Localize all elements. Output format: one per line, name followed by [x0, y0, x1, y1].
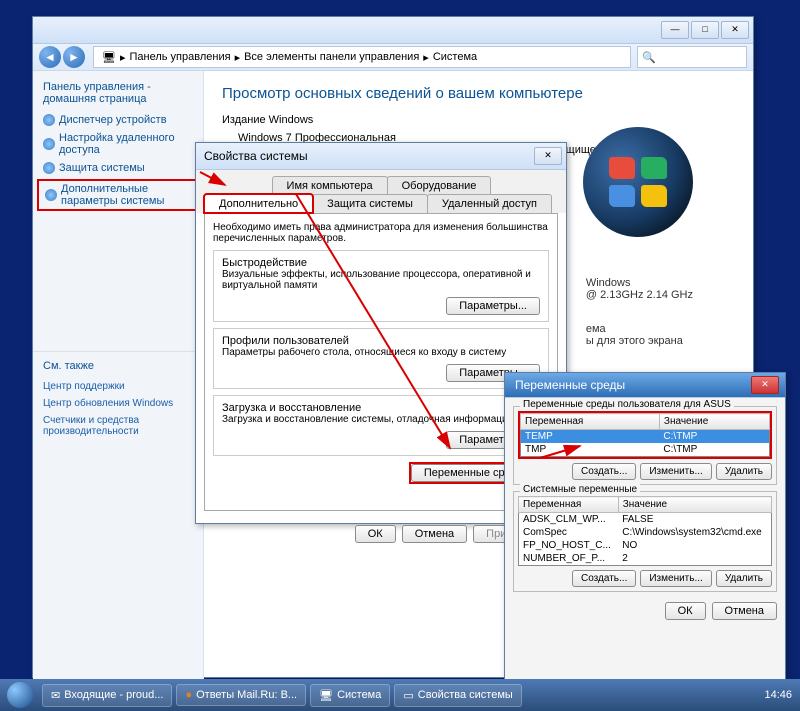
table-row[interactable]: ADSK_CLM_WP...FALSE — [519, 513, 772, 527]
tab-remote[interactable]: Удаленный доступ — [427, 194, 552, 213]
sys-delete-button[interactable]: Удалить — [716, 570, 772, 587]
minimize-button[interactable]: — — [661, 21, 689, 39]
user-delete-button[interactable]: Удалить — [716, 463, 772, 480]
user-new-button[interactable]: Создать... — [572, 463, 636, 480]
system-tray[interactable]: 14:46 — [756, 689, 800, 701]
env-cancel-button[interactable]: Отмена — [712, 602, 777, 620]
props-tabs: Имя компьютера Оборудование Дополнительн… — [196, 170, 566, 213]
crumb-1[interactable]: Все элементы панели управления — [244, 51, 419, 63]
admin-note: Необходимо иметь права администратора дл… — [213, 222, 549, 244]
sidebar-device-manager[interactable]: Диспетчер устройств — [33, 111, 203, 129]
profiles-title: Профили пользователей — [222, 335, 540, 347]
crumb-0[interactable]: Панель управления — [130, 51, 231, 63]
props-cancel-button[interactable]: Отмена — [402, 525, 467, 543]
window-icon: ▭ — [403, 689, 413, 702]
taskbar: ✉Входящие - proud... ●Ответы Mail.Ru: В.… — [0, 679, 800, 711]
crumb-2[interactable]: Система — [433, 51, 477, 63]
sys-new-button[interactable]: Создать... — [572, 570, 636, 587]
table-row[interactable]: FP_NO_HOST_C...NO — [519, 539, 772, 552]
props-title: Свойства системы — [200, 149, 534, 163]
perf-settings-button[interactable]: Параметры... — [446, 297, 540, 315]
right-info-0: Windows — [586, 277, 693, 289]
user-vars-group: Переменные среды пользователя для ASUS П… — [513, 406, 777, 485]
startup-desc: Загрузка и восстановление системы, отлад… — [222, 414, 540, 425]
breadcrumb[interactable]: 🖥 ▸ Панель управления▸ Все элементы пане… — [93, 46, 631, 68]
gear-icon — [45, 189, 57, 201]
env-ok-button[interactable]: ОК — [665, 602, 706, 620]
taskbar-item-mail[interactable]: ✉Входящие - proud... — [42, 684, 172, 707]
start-orb-icon — [7, 682, 33, 708]
group-profiles: Профили пользователей Параметры рабочего… — [213, 328, 549, 389]
group-performance: Быстродействие Визуальные эффекты, испол… — [213, 250, 549, 322]
taskbar-item-sysprops[interactable]: ▭Свойства системы — [394, 684, 521, 707]
device-icon — [43, 114, 55, 126]
page-title: Просмотр основных сведений о вашем компь… — [222, 85, 735, 102]
col-variable[interactable]: Переменная — [521, 414, 660, 430]
env-close-button[interactable]: ✕ — [751, 376, 779, 394]
props-ok-button[interactable]: ОК — [355, 525, 396, 543]
tab-hardware[interactable]: Оборудование — [387, 176, 492, 195]
edition-label: Издание Windows — [222, 114, 735, 126]
main-titlebar: — □ ✕ — [33, 17, 753, 44]
sys-edit-button[interactable]: Изменить... — [640, 570, 711, 587]
firefox-icon: ● — [185, 689, 192, 701]
mail-icon: ✉ — [51, 689, 60, 702]
address-bar: ◄ ► 🖥 ▸ Панель управления▸ Все элементы … — [33, 44, 753, 71]
right-info-2: ема — [586, 323, 693, 335]
sidebar-perf-tools[interactable]: Счетчики и средства производительности — [33, 412, 203, 440]
sidebar: Панель управления - домашняя страница Ди… — [33, 71, 204, 679]
back-button[interactable]: ◄ — [39, 46, 61, 68]
col-value[interactable]: Значение — [659, 414, 769, 430]
sidebar-remote-settings[interactable]: Настройка удаленного доступа — [33, 129, 203, 159]
tab-computer-name[interactable]: Имя компьютера — [272, 176, 388, 195]
table-row[interactable]: TEMPC:\TMP — [521, 430, 770, 444]
sidebar-see-also: См. также — [33, 360, 203, 378]
monitor-icon: 🖥 — [319, 689, 333, 702]
taskbar-item-system[interactable]: 🖥Система — [310, 684, 390, 707]
taskbar-item-firefox[interactable]: ●Ответы Mail.Ru: В... — [176, 684, 306, 706]
sys-vars-group: Системные переменные ПеременнаяЗначение … — [513, 491, 777, 592]
perf-desc: Визуальные эффекты, использование процес… — [222, 269, 540, 291]
right-info-1: @ 2.13GHz 2.14 GHz — [586, 289, 693, 301]
clock: 14:46 — [764, 689, 792, 701]
start-button[interactable] — [0, 679, 40, 711]
right-info-3: ы для этого экрана — [586, 335, 693, 347]
sidebar-advanced-settings[interactable]: Дополнительные параметры системы — [37, 179, 199, 211]
monitor-icon: 🖥 — [102, 51, 116, 64]
sidebar-action-center[interactable]: Центр поддержки — [33, 378, 203, 395]
search-icon: 🔍 — [642, 51, 656, 64]
props-close-button[interactable]: ✕ — [534, 147, 562, 165]
table-row[interactable]: TMPC:\TMP — [521, 443, 770, 457]
sidebar-title: Панель управления - домашняя страница — [33, 81, 203, 111]
perf-title: Быстродействие — [222, 257, 540, 269]
search-input[interactable]: 🔍 — [637, 46, 747, 68]
sidebar-system-protection[interactable]: Защита системы — [33, 159, 203, 177]
maximize-button[interactable]: □ — [691, 21, 719, 39]
profiles-desc: Параметры рабочего стола, относящиеся ко… — [222, 347, 540, 358]
group-startup: Загрузка и восстановление Загрузка и вос… — [213, 395, 549, 456]
tab-advanced[interactable]: Дополнительно — [204, 194, 313, 213]
sys-vars-table[interactable]: ПеременнаяЗначение ADSK_CLM_WP...FALSE C… — [518, 496, 772, 566]
forward-button[interactable]: ► — [63, 46, 85, 68]
sys-vars-title: Системные переменные — [520, 484, 640, 495]
user-vars-table[interactable]: ПеременнаяЗначение TEMPC:\TMP TMPC:\TMP — [520, 413, 770, 457]
windows-logo — [583, 127, 693, 237]
close-button[interactable]: ✕ — [721, 21, 749, 39]
user-vars-title: Переменные среды пользователя для ASUS — [520, 399, 734, 410]
remote-icon — [43, 138, 55, 150]
env-vars-dialog: Переменные среды ✕ Переменные среды поль… — [504, 372, 786, 694]
shield-icon — [43, 162, 55, 174]
env-title: Переменные среды — [511, 378, 751, 392]
sidebar-windows-update[interactable]: Центр обновления Windows — [33, 395, 203, 412]
table-row[interactable]: NUMBER_OF_P...2 — [519, 552, 772, 566]
user-edit-button[interactable]: Изменить... — [640, 463, 711, 480]
table-row[interactable]: ComSpecC:\Windows\system32\cmd.exe — [519, 526, 772, 539]
startup-title: Загрузка и восстановление — [222, 402, 540, 414]
tab-system-protection[interactable]: Защита системы — [312, 194, 428, 213]
